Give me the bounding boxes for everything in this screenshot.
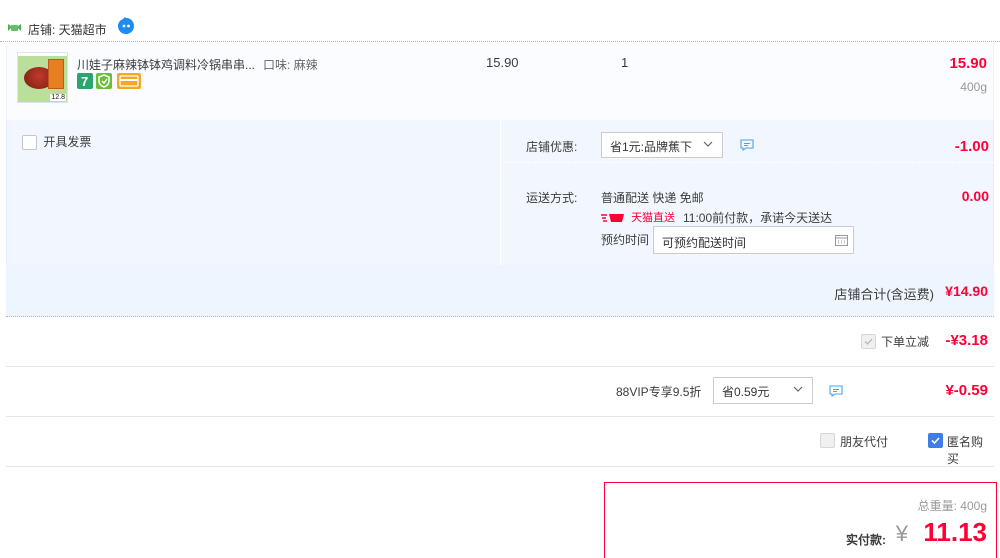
invoice-checkbox[interactable] (22, 135, 37, 151)
product-thumbnail[interactable]: 12.8 (17, 52, 68, 103)
order-item-row: 12.8 川娃子麻辣钵钵鸡调料冷锅串串... 口味: 麻辣 7 15.90 1 … (6, 43, 994, 120)
shipping-method-label: 运送方式: (526, 191, 578, 205)
seven-day-return-icon[interactable]: 7 (77, 73, 93, 89)
currency-symbol: ¥ (895, 521, 908, 546)
friend-pay-checkbox[interactable] (820, 433, 835, 448)
check-icon (864, 338, 873, 346)
product-title[interactable]: 川娃子麻辣钵钵鸡调料冷锅串串... (77, 56, 257, 73)
tmall-cart-icon (601, 214, 624, 223)
vip-discount-selected: 省0.59元 (722, 385, 770, 399)
shop-subtotal-label: 店铺合计(含运费) (834, 287, 934, 302)
item-weight: 400g (960, 80, 987, 94)
message-icon[interactable] (829, 385, 843, 397)
thumbnail-price-tag: 12.8 (50, 94, 66, 101)
instant-discount-row: 下单立减 -¥3.18 (6, 317, 994, 367)
anonymous-purchase-checkbox[interactable] (928, 433, 943, 448)
chevron-down-icon (703, 141, 713, 147)
anonymous-purchase-label: 匿名购买 (947, 435, 984, 466)
calendar-icon[interactable] (835, 234, 848, 246)
guarantee-icon[interactable] (96, 73, 112, 89)
payment-options-row: 朋友代付 匿名购买 (6, 417, 994, 467)
unit-price: 15.90 (486, 55, 519, 70)
chevron-down-icon (793, 386, 803, 392)
shipping-fee-value: 0.00 (961, 188, 989, 204)
vip-discount-select[interactable]: 省0.59元 (713, 377, 813, 404)
shop-discount-value: -1.00 (954, 138, 989, 155)
quantity: 1 (621, 55, 629, 70)
line-total: 15.90 (949, 55, 987, 72)
appointment-label: 预约时间 (601, 233, 650, 247)
instant-discount-label: 下单立减 (881, 335, 930, 349)
shop-discount-label: 店铺优惠: (526, 140, 578, 154)
shipping-method: 普通配送 快递 免邮 (601, 191, 704, 205)
invoice-label: 开具发票 (43, 135, 92, 149)
total-weight: 总重量: 400g (917, 499, 987, 513)
friend-pay-label: 朋友代付 (840, 435, 889, 449)
appointment-time-value: 可预约配送时间 (662, 236, 747, 250)
credit-card-icon[interactable] (117, 73, 141, 89)
invoice-option[interactable]: 开具发票 (22, 133, 92, 151)
delivery-promise: 11:00前付款，承诺今天送达 (683, 211, 833, 225)
tmall-direct-label: 天猫直送 (631, 212, 676, 224)
shop-name[interactable]: 店铺: 天猫超市 (28, 21, 107, 38)
tmall-direct-badge: 天猫直送 (601, 209, 675, 225)
tmall-shop-icon (8, 24, 21, 31)
amount-due-value: 11.13 (923, 517, 987, 547)
shop-subtotal-value: ¥14.90 (945, 283, 988, 299)
vip-discount-row: 88VIP专享9.5折 省0.59元 ¥-0.59 (6, 367, 994, 417)
vip-discount-value: ¥-0.59 (945, 382, 988, 399)
wangwang-chat-icon[interactable] (117, 17, 135, 35)
payment-summary: 总重量: 400g 实付款: ¥ 11.13 (604, 482, 997, 558)
product-sku: 口味: 麻辣 (263, 58, 318, 72)
instant-discount-checkbox[interactable] (861, 334, 876, 349)
check-icon (931, 437, 940, 445)
shop-header: 店铺: 天猫超市 (0, 0, 1000, 42)
shop-subtotal-row: 店铺合计(含运费) ¥14.90 (6, 265, 994, 317)
shop-discount-selected: 省1元:品牌蕉下 (610, 140, 693, 154)
shipping-discount-panel: 店铺优惠: 省1元:品牌蕉下 -1.00 运送方式: 普通配送 快递 免邮 天猫… (503, 120, 995, 265)
amount-due-label: 实付款: (846, 533, 886, 547)
appointment-time-input[interactable]: 可预约配送时间 (653, 226, 854, 254)
vip-discount-label: 88VIP专享9.5折 (616, 385, 702, 399)
invoice-panel: 开具发票 (7, 120, 501, 265)
order-options-panel: 开具发票 店铺优惠: 省1元:品牌蕉下 -1.00 运送方式: 普通配送 快递 … (6, 120, 995, 265)
instant-discount-value: -¥3.18 (945, 332, 988, 349)
message-icon[interactable] (740, 139, 754, 151)
options-divider (503, 162, 995, 163)
shop-discount-select[interactable]: 省1元:品牌蕉下 (601, 132, 723, 158)
seven-day-label: 7 (81, 74, 88, 89)
